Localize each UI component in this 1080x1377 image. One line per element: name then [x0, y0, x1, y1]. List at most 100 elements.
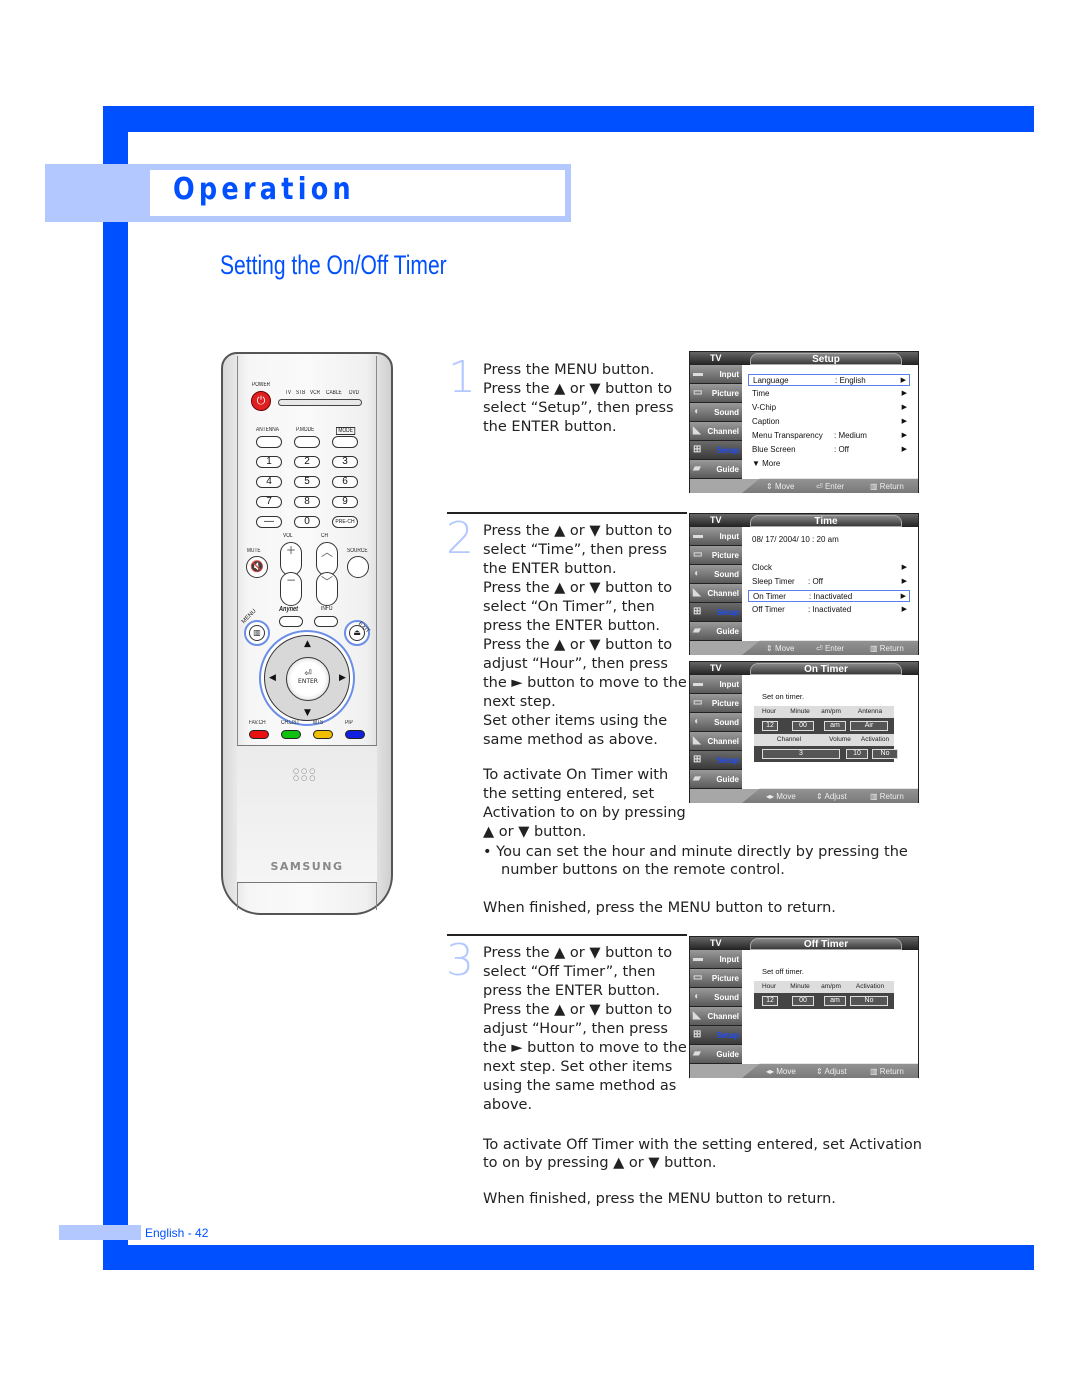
- osd-sidebar-item-guide[interactable]: ▰ Guide: [690, 622, 742, 641]
- osd-sidebar-item-picture[interactable]: ▭ Picture: [690, 384, 742, 403]
- digit-button: 5: [294, 476, 320, 488]
- osd-menu-item[interactable]: V-Chip ▶: [748, 402, 910, 414]
- pmode-button: [294, 436, 320, 448]
- info-label: INFO: [321, 606, 333, 612]
- picture-icon: ▭: [693, 972, 703, 983]
- osd-sidebar-item-channel[interactable]: ◣ Channel: [690, 1007, 742, 1026]
- osd-field-value[interactable]: 12: [762, 721, 778, 731]
- osd-footer-hint: ▥ Return: [870, 644, 904, 653]
- osd-content: Language: English ▶ Time ▶ V-Chip ▶ Caption ▶ Me…: [746, 368, 916, 476]
- osd-field-value[interactable]: 00: [792, 721, 814, 731]
- page-frame-left: [103, 106, 128, 1270]
- osd-sidebar-item-setup[interactable]: ⊞ Setup: [690, 603, 742, 622]
- osd-sidebar-label: Channel: [707, 1012, 739, 1021]
- osd-sidebar-item-guide[interactable]: ▰ Guide: [690, 460, 742, 479]
- osd-footer: ⇕ Move ⏎ Enter ▥ Return: [690, 640, 918, 655]
- osd-more-item[interactable]: ▼ More: [748, 458, 910, 470]
- osd-footer-hint: ⇕ Adjust: [816, 792, 847, 801]
- color-button: [345, 730, 365, 739]
- osd-menu-item[interactable]: Blue Screen: Off ▶: [748, 444, 910, 456]
- osd-sidebar-item-input[interactable]: ▬ Input: [690, 950, 742, 969]
- osd-menu-item[interactable]: Menu Transparency: Medium ▶: [748, 430, 910, 442]
- osd-sidebar-item-picture[interactable]: ▭ Picture: [690, 969, 742, 988]
- tip-bullet: • You can set the hour and minute direct…: [483, 844, 908, 878]
- osd-sidebar-item-sound[interactable]: ◖ Sound: [690, 713, 742, 732]
- osd-footer-hint: ⏎ Enter: [816, 644, 845, 653]
- osd-sidebar-item-sound[interactable]: ◖ Sound: [690, 403, 742, 422]
- section-title: Operation: [173, 172, 355, 207]
- osd-sidebar-item-input[interactable]: ▬ Input: [690, 365, 742, 384]
- osd-menu-item[interactable]: Caption ▶: [748, 416, 910, 428]
- osd-field-label: Volume: [829, 736, 851, 743]
- left-arrow-icon: ◀: [269, 673, 276, 683]
- color-button-label: PIP: [345, 720, 353, 726]
- osd-header: TV On Timer: [690, 662, 918, 675]
- osd-sidebar-label: Channel: [707, 589, 739, 598]
- page-heading: Setting the On/Off Timer: [220, 250, 447, 280]
- osd-menu-item[interactable]: Off Timer: Inactivated ▶: [748, 604, 910, 616]
- osd-header: TV Off Timer: [690, 937, 918, 950]
- osd-tv-label: TV: [710, 353, 722, 363]
- osd-menu-item[interactable]: On Timer: Inactivated ▶: [748, 590, 910, 602]
- osd-field-value[interactable]: am: [824, 721, 846, 731]
- finish-note-2: When finished, press the MENU button to …: [483, 1191, 836, 1207]
- osd-field-value[interactable]: No: [850, 996, 888, 1006]
- digit-button: 1: [256, 456, 282, 468]
- osd-sidebar-item-sound[interactable]: ◖ Sound: [690, 988, 742, 1007]
- osd-menu-item[interactable]: Sleep Timer: Off ▶: [748, 576, 910, 588]
- osd-field-value[interactable]: 3: [762, 749, 840, 759]
- osd-timer-table: Hour Minute am/pm Activation 12 00 am No: [754, 981, 894, 1009]
- step-divider: [447, 512, 687, 514]
- osd-tv-label: TV: [710, 515, 722, 525]
- step-number: 3: [446, 935, 474, 986]
- osd-field-value[interactable]: Air: [850, 721, 888, 731]
- picture-icon: ▭: [693, 549, 703, 560]
- picture-icon: ▭: [693, 387, 703, 398]
- osd-content: 08/ 17/ 2004/ 10 : 20 am Clock ▶ Sleep Time…: [746, 530, 916, 638]
- osd-field-value[interactable]: 10: [846, 749, 868, 759]
- osd-sidebar-item-input[interactable]: ▬ Input: [690, 675, 742, 694]
- osd-sidebar-label: Channel: [707, 737, 739, 746]
- osd-sidebar-item-sound[interactable]: ◖ Sound: [690, 565, 742, 584]
- digit-button: 7: [256, 496, 282, 508]
- osd-sidebar-item-setup[interactable]: ⊞ Setup: [690, 1026, 742, 1045]
- power-button: ⏻: [251, 391, 271, 411]
- osd-sidebar-item-channel[interactable]: ◣ Channel: [690, 422, 742, 441]
- osd-field-value[interactable]: am: [824, 996, 846, 1006]
- vol-down-button: −: [280, 572, 302, 606]
- osd-field-label: Minute: [790, 983, 810, 990]
- osd-menu-item[interactable]: Language: English ▶: [748, 374, 910, 386]
- osd-field-label: Activation: [860, 736, 890, 743]
- osd-menu-item[interactable]: Clock ▶: [748, 562, 910, 574]
- osd-field-value[interactable]: No: [872, 749, 898, 759]
- osd-sidebar-item-input[interactable]: ▬ Input: [690, 527, 742, 546]
- osd-sidebar-item-channel[interactable]: ◣ Channel: [690, 584, 742, 603]
- osd-field-value[interactable]: 12: [762, 996, 778, 1006]
- sound-icon: ◖: [693, 406, 700, 417]
- chevron-right-icon: ▶: [901, 404, 907, 411]
- osd-field-label: Activation: [855, 983, 885, 990]
- osd-sidebar-item-guide[interactable]: ▰ Guide: [690, 770, 742, 789]
- osd-sidebar-label: Picture: [711, 974, 739, 983]
- osd-sidebar-item-setup[interactable]: ⊞ Setup: [690, 751, 742, 770]
- ch-up-button: ︿: [316, 542, 338, 576]
- mode-indicator: [278, 399, 362, 406]
- osd-title: On Timer: [750, 663, 902, 675]
- osd-sidebar-item-setup[interactable]: ⊞ Setup: [690, 441, 742, 460]
- page-number: English - 42: [145, 1226, 209, 1240]
- return-icon: ▥: [870, 1067, 880, 1076]
- osd-sidebar-item-channel[interactable]: ◣ Channel: [690, 732, 742, 751]
- mode-button: [332, 436, 358, 448]
- osd-sidebar-item-picture[interactable]: ▭ Picture: [690, 546, 742, 565]
- osd-menu-item[interactable]: Time ▶: [748, 388, 910, 400]
- osd-sidebar-item-picture[interactable]: ▭ Picture: [690, 694, 742, 713]
- osd-field-value[interactable]: 00: [792, 996, 814, 1006]
- channel-icon: ◣: [693, 1010, 701, 1021]
- chevron-right-icon: ▶: [901, 390, 907, 397]
- chevron-right-icon: ▶: [901, 418, 907, 425]
- step-3-text: Press the ▲ or ▼ button to select “Off T…: [483, 945, 687, 1113]
- osd-sidebar-item-guide[interactable]: ▰ Guide: [690, 1045, 742, 1064]
- input-icon: ▬: [693, 530, 703, 541]
- color-button-label: CH.LIST: [281, 720, 300, 726]
- osd-sidebar-label: Setup: [716, 1031, 739, 1040]
